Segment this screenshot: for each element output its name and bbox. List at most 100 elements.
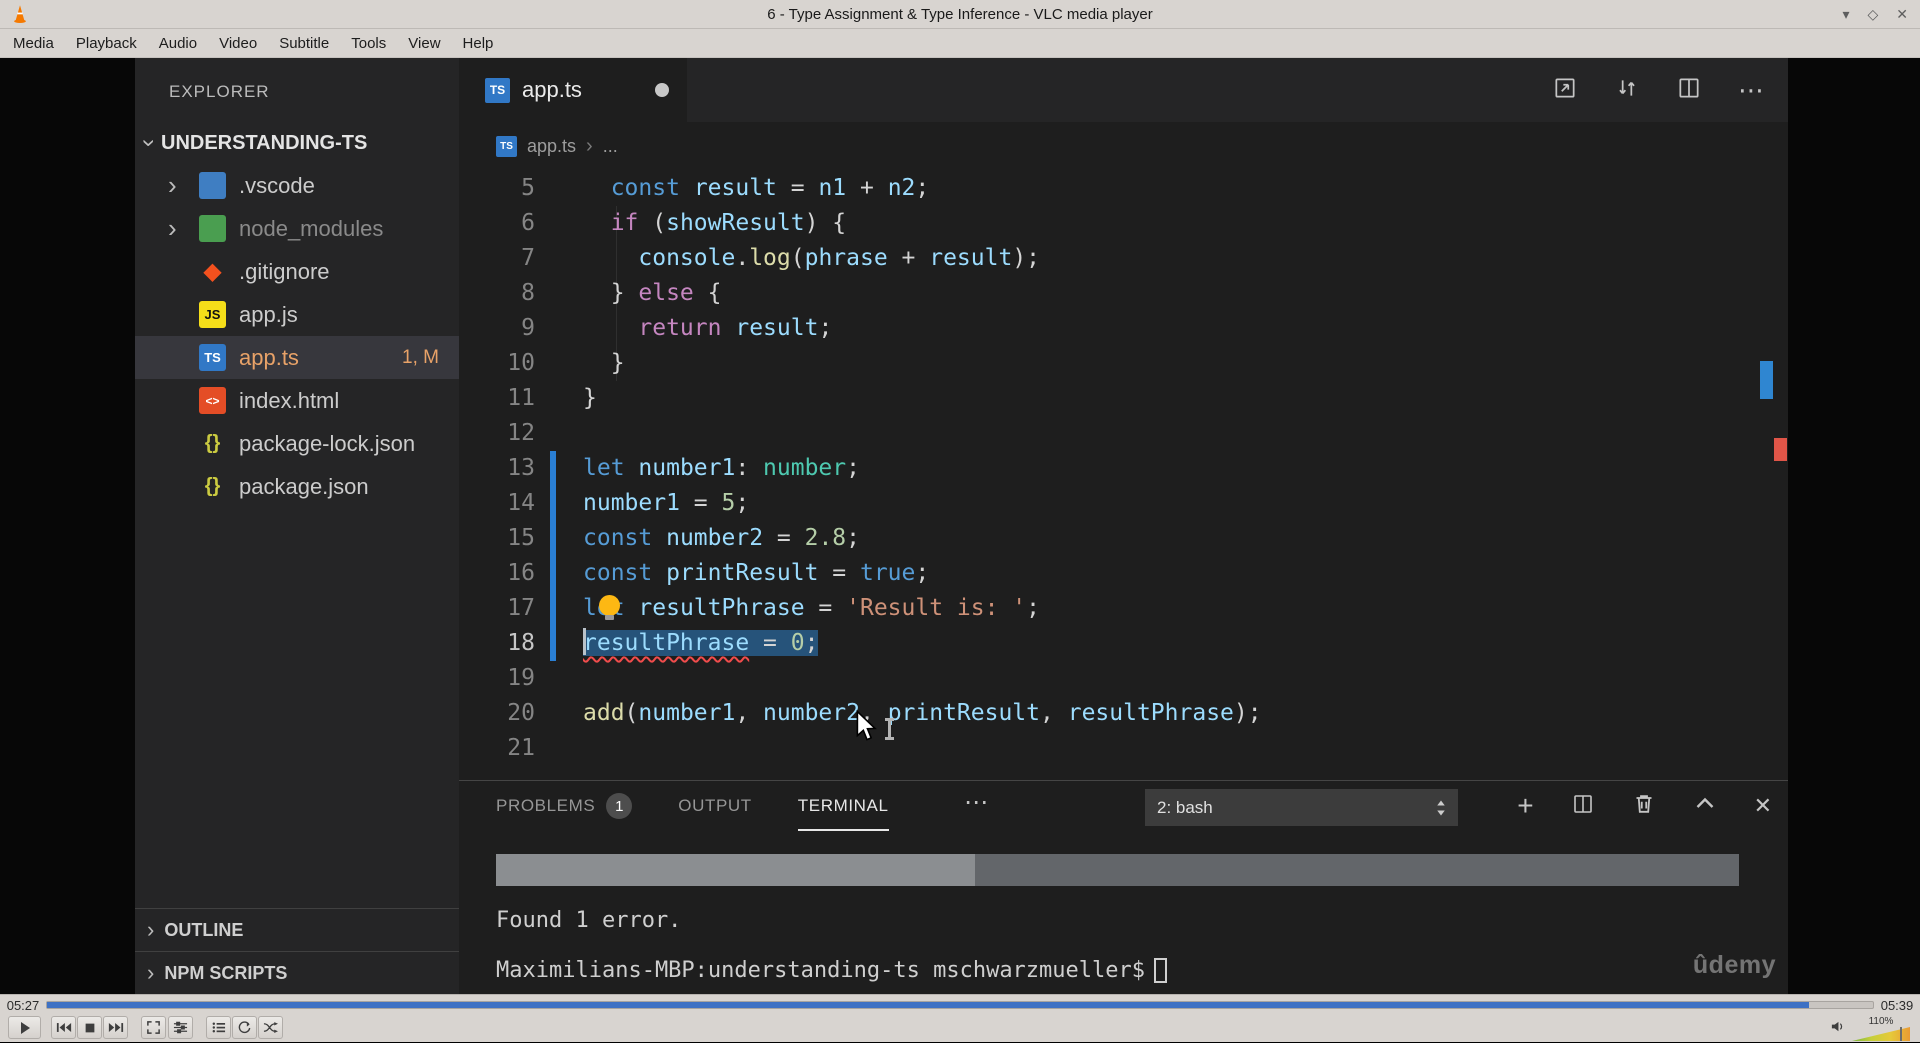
menu-item-playback[interactable]: Playback bbox=[65, 29, 148, 58]
code-line-11[interactable]: 11} bbox=[459, 381, 1788, 416]
git-compare-icon[interactable] bbox=[1614, 75, 1640, 106]
split-editor-icon[interactable] bbox=[1676, 75, 1702, 106]
menu-item-video[interactable]: Video bbox=[208, 29, 268, 58]
breadcrumb-more[interactable]: ... bbox=[603, 136, 618, 157]
playlist-button[interactable] bbox=[206, 1016, 231, 1039]
file-item-package.json[interactable]: {} package.json bbox=[135, 465, 459, 508]
git-status-badge: 1, M bbox=[402, 346, 439, 368]
more-actions-icon[interactable]: ⋯ bbox=[1738, 75, 1764, 106]
file-item-app.js[interactable]: JS app.js bbox=[135, 293, 459, 336]
code-line-7[interactable]: 7 console.log(phrase + result); bbox=[459, 241, 1788, 276]
line-text: console.log(phrase + result); bbox=[556, 241, 1040, 276]
lightbulb-icon[interactable] bbox=[599, 595, 620, 620]
code-area[interactable]: 5 const result = n1 + n2; 6 if (showResul… bbox=[459, 171, 1788, 780]
panel-tab-terminal[interactable]: TERMINAL bbox=[798, 781, 889, 831]
code-line-13[interactable]: 13 let number1: number; bbox=[459, 451, 1788, 486]
file-item-.vscode[interactable]: › .vscode bbox=[135, 164, 459, 207]
file-item-package-lock.json[interactable]: {} package-lock.json bbox=[135, 422, 459, 465]
menu-item-tools[interactable]: Tools bbox=[340, 29, 397, 58]
terminal-progress-fill bbox=[496, 854, 975, 886]
close-panel-icon[interactable]: ✕ bbox=[1754, 793, 1772, 819]
play-button[interactable] bbox=[8, 1016, 41, 1039]
code-line-16[interactable]: 16 const printResult = true; bbox=[459, 556, 1788, 591]
kill-terminal-icon[interactable] bbox=[1632, 792, 1656, 821]
code-line-12[interactable]: 12 bbox=[459, 416, 1788, 451]
extended-settings-button[interactable] bbox=[168, 1016, 193, 1039]
code-line-21[interactable]: 21 bbox=[459, 731, 1788, 766]
volume-slider[interactable] bbox=[1852, 1027, 1910, 1041]
file-item-app.ts[interactable]: TS app.ts 1, M bbox=[135, 336, 459, 379]
code-line-6[interactable]: 6 if (showResult) { bbox=[459, 206, 1788, 241]
code-token: const bbox=[583, 560, 653, 586]
code-line-5[interactable]: 5 const result = n1 + n2; bbox=[459, 171, 1788, 206]
file-item-.gitignore[interactable]: ◆ .gitignore bbox=[135, 250, 459, 293]
maximize-button[interactable]: ◇ bbox=[1867, 6, 1878, 23]
code-line-10[interactable]: 10 } bbox=[459, 346, 1788, 381]
code-token: ) { bbox=[804, 210, 847, 236]
panel-tab-output[interactable]: OUTPUT bbox=[678, 781, 751, 831]
code-line-14[interactable]: 14 number1 = 5; bbox=[459, 486, 1788, 521]
section-npm-scripts[interactable]: › NPM SCRIPTS bbox=[135, 951, 459, 994]
section-outline[interactable]: › OUTLINE bbox=[135, 908, 459, 951]
code-token: , bbox=[735, 700, 764, 726]
code-token: result bbox=[929, 245, 1013, 271]
overview-ruler-error-mark bbox=[1774, 438, 1787, 461]
code-line-19[interactable]: 19 bbox=[459, 661, 1788, 696]
terminal-shell-select[interactable]: 2: bash bbox=[1145, 789, 1458, 826]
terminal-prompt-line[interactable]: Maximilians-MBP:understanding-ts mschwar… bbox=[496, 958, 1168, 983]
video-area[interactable]: EXPLORER › UNDERSTANDING-TS › .vscode › nod… bbox=[0, 58, 1920, 994]
new-terminal-icon[interactable]: + bbox=[1517, 790, 1533, 822]
code-token: const bbox=[583, 525, 653, 551]
maximize-panel-icon[interactable] bbox=[1693, 792, 1717, 821]
code-line-15[interactable]: 15 const number2 = 2.8; bbox=[459, 521, 1788, 556]
tab-app-ts[interactable]: TS app.ts bbox=[459, 58, 687, 122]
vlc-titlebar: 6 - Type Assignment & Type Inference - V… bbox=[0, 0, 1920, 29]
code-line-17[interactable]: 17 let resultPhrase = 'Result is: '; bbox=[459, 591, 1788, 626]
menu-item-audio[interactable]: Audio bbox=[148, 29, 208, 58]
code-line-9[interactable]: 9 return result; bbox=[459, 311, 1788, 346]
line-text: let resultPhrase = 'Result is: '; bbox=[556, 591, 1040, 626]
close-button[interactable]: ✕ bbox=[1896, 6, 1908, 23]
code-token: ; bbox=[818, 315, 833, 341]
editor-actions: ⋯ bbox=[1552, 58, 1788, 122]
fullscreen-button[interactable] bbox=[141, 1016, 166, 1039]
unsaved-changes-dot-icon[interactable] bbox=[655, 83, 669, 97]
menu-item-subtitle[interactable]: Subtitle bbox=[268, 29, 340, 58]
code-token: ; bbox=[1026, 595, 1040, 621]
token-group: const result = n1 + n2; bbox=[583, 175, 930, 201]
stop-button[interactable] bbox=[77, 1016, 102, 1039]
open-changes-icon[interactable] bbox=[1552, 75, 1578, 106]
code-token: if bbox=[610, 210, 639, 236]
code-line-20[interactable]: 20 add(number1, number2, printResult, res… bbox=[459, 696, 1788, 731]
html-icon: <> bbox=[199, 387, 226, 414]
menu-item-media[interactable]: Media bbox=[2, 29, 65, 58]
line-text: add(number1, number2, printResult, resul… bbox=[556, 696, 1262, 731]
workspace-root-item[interactable]: › UNDERSTANDING-TS bbox=[135, 122, 459, 164]
file-item-index.html[interactable]: <> index.html bbox=[135, 379, 459, 422]
line-number: 9 bbox=[521, 315, 535, 341]
previous-button[interactable] bbox=[51, 1016, 76, 1039]
split-terminal-icon[interactable] bbox=[1571, 792, 1595, 821]
breadcrumb[interactable]: TS app.ts › ... bbox=[459, 122, 1788, 171]
panel-tab-problems[interactable]: PROBLEMS 1 bbox=[496, 781, 633, 831]
explorer-file-list: › .vscode › node_modules ◆ .gitignore JS app.js… bbox=[135, 164, 459, 508]
file-label: node_modules bbox=[239, 215, 384, 241]
code-line-18[interactable]: 18 resultPhrase = 0; bbox=[459, 626, 1788, 661]
breadcrumb-file[interactable]: app.ts bbox=[527, 136, 576, 157]
next-button[interactable] bbox=[103, 1016, 128, 1039]
menu-item-help[interactable]: Help bbox=[452, 29, 505, 58]
minimize-button[interactable]: ▾ bbox=[1842, 6, 1849, 23]
loop-button[interactable] bbox=[232, 1016, 257, 1039]
shuffle-button[interactable] bbox=[258, 1016, 283, 1039]
token-group: console.log(phrase + result); bbox=[583, 245, 1040, 271]
seek-slider[interactable] bbox=[46, 1001, 1874, 1009]
mute-button[interactable] bbox=[1829, 1019, 1846, 1039]
menu-item-view[interactable]: View bbox=[397, 29, 451, 58]
total-time: 05:39 bbox=[1880, 997, 1914, 1013]
file-item-node_modules[interactable]: › node_modules bbox=[135, 207, 459, 250]
code-line-8[interactable]: 8 } else { bbox=[459, 276, 1788, 311]
line-number: 5 bbox=[521, 175, 535, 201]
editor-area: TS app.ts ⋯ TS app.ts › ... 5 const resu… bbox=[459, 58, 1788, 994]
panel-more-icon[interactable]: ⋯ bbox=[964, 788, 988, 817]
